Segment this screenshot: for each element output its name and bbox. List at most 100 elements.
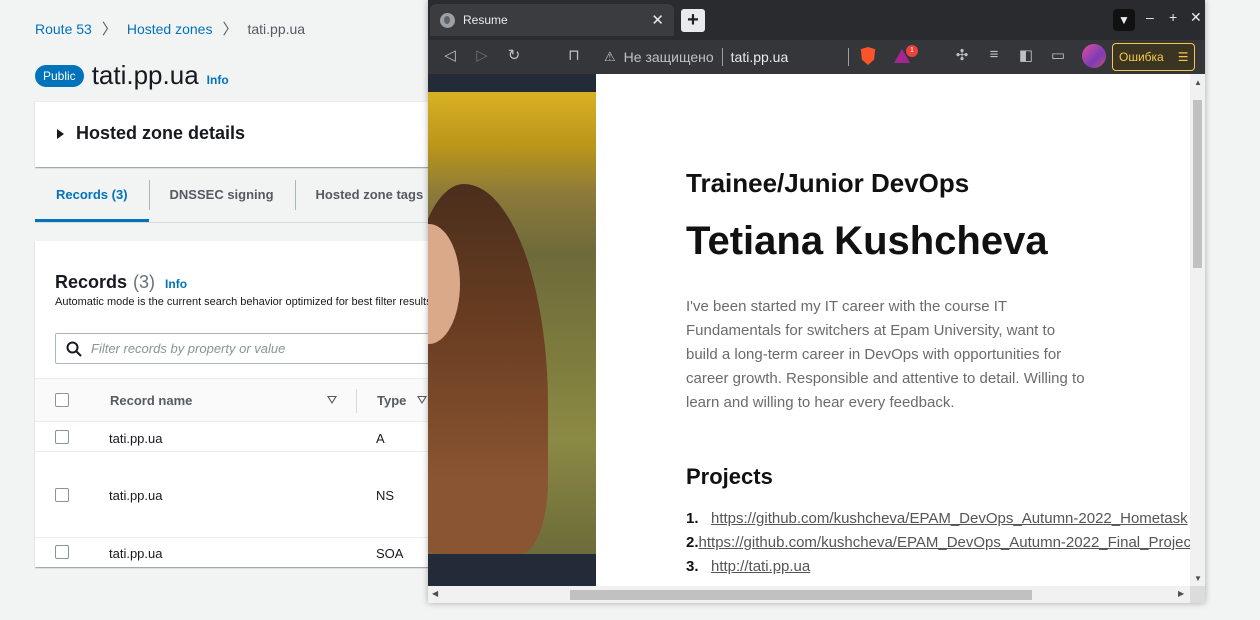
browser-window: Resume ✕ + ▼ – + ✕ ◁ ▷ ↻ ⊓ ⚠ Не защищено… bbox=[428, 0, 1205, 603]
vertical-scrollbar[interactable]: ▲ ▼ bbox=[1190, 74, 1205, 586]
sort-down-icon[interactable] bbox=[417, 396, 427, 404]
bookmark-icon[interactable]: ⊓ bbox=[564, 46, 584, 64]
record-type: NS bbox=[376, 488, 395, 503]
forward-icon[interactable]: ▷ bbox=[472, 46, 492, 64]
select-all-checkbox[interactable] bbox=[55, 393, 69, 407]
zone-tabs: Records (3) DNSSEC signing Hosted zone t… bbox=[35, 180, 435, 223]
records-description: Automatic mode is the current search beh… bbox=[55, 296, 435, 308]
tab-strip: Resume ✕ + ▼ – + ✕ bbox=[428, 0, 1205, 40]
tab-search-chevron-icon[interactable]: ▼ bbox=[1113, 9, 1135, 31]
column-type[interactable]: Type bbox=[377, 393, 406, 408]
row-checkbox[interactable] bbox=[55, 430, 69, 444]
column-divider bbox=[356, 389, 357, 413]
projects-list: 1. https://github.com/kushcheva/EPAM_Dev… bbox=[686, 510, 1190, 582]
table-row[interactable]: tati.pp.ua SOA bbox=[35, 538, 435, 567]
records-filter-input[interactable] bbox=[91, 341, 421, 356]
records-panel: Records (3) Info Automatic mode is the c… bbox=[35, 241, 435, 567]
back-icon[interactable]: ◁ bbox=[440, 46, 460, 64]
close-tab-icon[interactable]: ✕ bbox=[651, 11, 664, 29]
breadcrumb-hosted-zones[interactable]: Hosted zones bbox=[127, 21, 213, 37]
menu-icon: ☰ bbox=[1177, 50, 1189, 64]
divider bbox=[721, 48, 723, 66]
reload-icon[interactable]: ↻ bbox=[504, 46, 524, 64]
profile-avatar[interactable] bbox=[1082, 44, 1106, 68]
scroll-left-icon[interactable]: ◀ bbox=[432, 589, 438, 598]
chevron-right-icon: 〉 bbox=[101, 21, 117, 38]
breadcrumb-current: tati.pp.ua bbox=[247, 20, 306, 37]
error-label: Ошибка bbox=[1119, 50, 1164, 64]
project-link[interactable]: https://github.com/kushcheva/EPAM_DevOps… bbox=[711, 510, 1188, 534]
profile-photo bbox=[428, 74, 596, 586]
puzzle-icon[interactable]: ✣ bbox=[952, 46, 972, 64]
resume-name: Tetiana Kushcheva bbox=[686, 219, 1048, 263]
globe-icon bbox=[440, 12, 455, 28]
close-window-icon[interactable]: ✕ bbox=[1190, 9, 1202, 26]
records-filter[interactable] bbox=[55, 333, 435, 364]
tab-dnssec-signing[interactable]: DNSSEC signing bbox=[148, 180, 295, 222]
page-viewport: Trainee/Junior DevOps Tetiana Kushcheva … bbox=[428, 74, 1190, 586]
caret-right-icon bbox=[57, 129, 64, 139]
breadcrumb-route53[interactable]: Route 53 bbox=[35, 21, 92, 37]
record-name: tati.pp.ua bbox=[109, 431, 163, 446]
records-count: (3) bbox=[133, 272, 156, 292]
records-table: Record name Type tati.pp.ua A tati.pp.ua… bbox=[35, 378, 435, 567]
error-menu-button[interactable]: Ошибка ☰ bbox=[1112, 43, 1195, 71]
scrollbar-corner bbox=[1190, 586, 1205, 603]
row-checkbox[interactable] bbox=[55, 545, 69, 559]
record-name: tati.pp.ua bbox=[109, 488, 163, 503]
url-text[interactable]: tati.pp.ua bbox=[731, 49, 789, 65]
hosted-zone-details-label: Hosted zone details bbox=[76, 123, 246, 143]
table-row[interactable]: tati.pp.ua NS bbox=[35, 452, 435, 538]
row-checkbox[interactable] bbox=[55, 488, 69, 502]
minimize-icon[interactable]: – bbox=[1146, 9, 1154, 25]
records-info-link[interactable]: Info bbox=[165, 277, 187, 291]
project-number: 2. bbox=[686, 534, 699, 551]
maximize-icon[interactable]: + bbox=[1169, 9, 1177, 25]
sidebar-icon[interactable]: ◧ bbox=[1016, 46, 1036, 64]
wallet-icon[interactable]: ▭ bbox=[1048, 46, 1068, 64]
project-link[interactable]: https://github.com/kushcheva/EPAM_DevOps… bbox=[699, 534, 1190, 558]
records-header: Records (3) Info bbox=[55, 269, 187, 293]
list-item: 1. https://github.com/kushcheva/EPAM_Dev… bbox=[686, 510, 1190, 534]
warning-icon[interactable]: ⚠ bbox=[604, 49, 616, 65]
resume-role: Trainee/Junior DevOps bbox=[686, 168, 970, 198]
hosted-zone-details-expander[interactable]: Hosted zone details bbox=[35, 101, 435, 167]
tab-records[interactable]: Records (3) bbox=[35, 180, 149, 222]
browser-tab[interactable]: Resume ✕ bbox=[430, 4, 674, 36]
list-item: 2. https://github.com/kushcheva/EPAM_Dev… bbox=[686, 534, 1190, 558]
project-link[interactable]: http://tati.pp.ua bbox=[711, 558, 810, 582]
breadcrumb: Route 53 〉 Hosted zones 〉 tati.pp.ua bbox=[35, 18, 305, 39]
project-number: 1. bbox=[686, 510, 699, 527]
horizontal-scrollbar[interactable]: ◀ ▶ bbox=[428, 586, 1190, 603]
record-name: tati.pp.ua bbox=[109, 546, 163, 561]
divider bbox=[848, 48, 849, 66]
not-secure-label[interactable]: Не защищено bbox=[624, 49, 714, 65]
resume-about: I've been started my IT career with the … bbox=[686, 298, 1085, 411]
tab-title: Resume bbox=[463, 13, 508, 27]
scroll-right-icon[interactable]: ▶ bbox=[1178, 589, 1184, 598]
vertical-scroll-thumb[interactable] bbox=[1193, 100, 1202, 268]
record-type: SOA bbox=[376, 546, 404, 561]
list-item: 3. http://tati.pp.ua bbox=[686, 558, 1190, 582]
browser-toolbar: ◁ ▷ ↻ ⊓ ⚠ Не защищено tati.pp.ua 1 ✣ ≡ ◧… bbox=[428, 40, 1205, 74]
table-header: Record name Type bbox=[35, 378, 435, 422]
new-tab-button[interactable]: + bbox=[681, 9, 705, 32]
projects-heading: Projects bbox=[686, 464, 773, 489]
scroll-up-icon[interactable]: ▲ bbox=[1194, 78, 1202, 87]
column-record-name[interactable]: Record name bbox=[110, 393, 192, 408]
info-link[interactable]: Info bbox=[207, 73, 229, 87]
horizontal-scroll-thumb[interactable] bbox=[570, 590, 1032, 600]
notification-badge: 1 bbox=[906, 45, 918, 57]
search-icon bbox=[66, 341, 82, 357]
playlist-icon[interactable]: ≡ bbox=[984, 46, 1004, 63]
page-title: tati.pp.ua bbox=[91, 60, 199, 90]
record-type: A bbox=[376, 431, 385, 446]
table-row[interactable]: tati.pp.ua A bbox=[35, 422, 435, 452]
public-badge: Public bbox=[35, 64, 84, 87]
page-header: Public tati.pp.ua Info bbox=[35, 60, 229, 91]
sort-down-icon[interactable] bbox=[327, 396, 337, 404]
tab-hosted-zone-tags[interactable]: Hosted zone tags bbox=[294, 180, 435, 222]
chevron-right-icon: 〉 bbox=[222, 21, 238, 38]
records-heading: Records bbox=[55, 272, 128, 292]
scroll-down-icon[interactable]: ▼ bbox=[1194, 574, 1202, 583]
